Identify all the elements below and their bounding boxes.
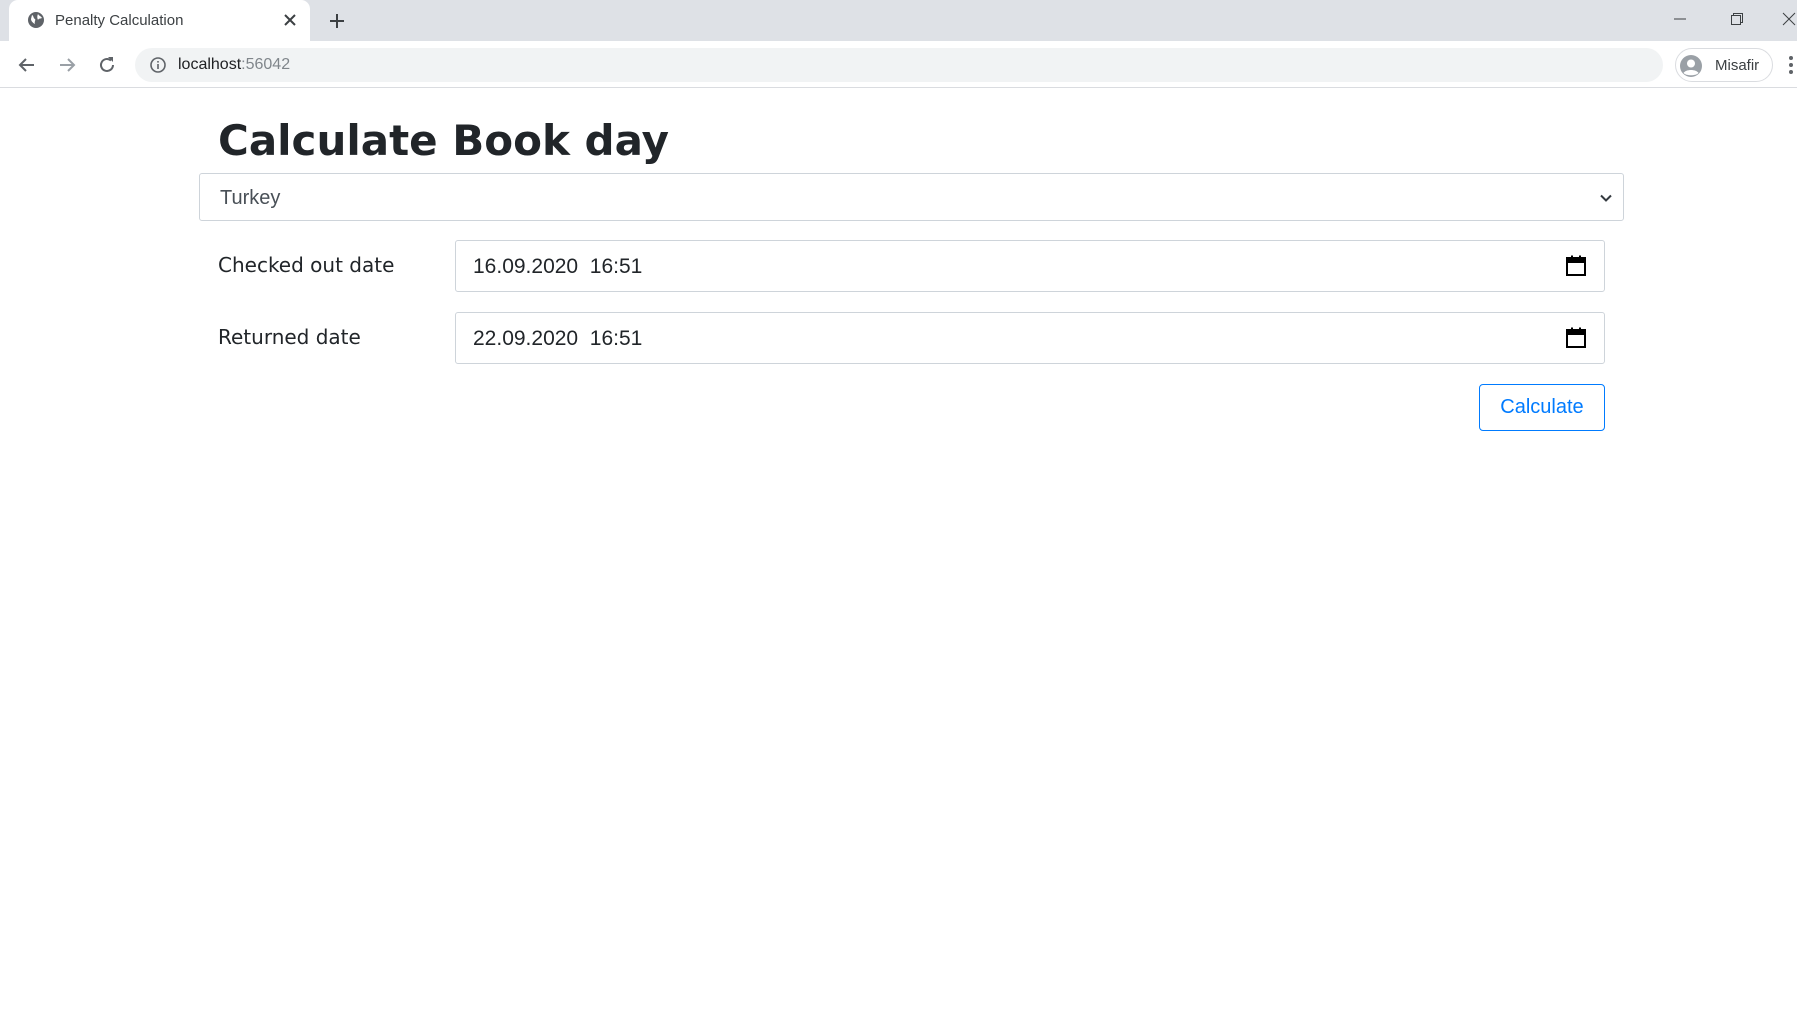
browser-tab[interactable]: Penalty Calculation bbox=[9, 0, 310, 41]
globe-icon bbox=[27, 11, 45, 29]
checked-out-date-value: 16.09.2020 16:51 bbox=[473, 255, 643, 278]
chevron-down-icon bbox=[1599, 191, 1613, 205]
back-arrow-icon[interactable] bbox=[13, 51, 41, 79]
info-icon[interactable] bbox=[149, 56, 167, 74]
checked-out-date-label: Checked out date bbox=[218, 253, 395, 277]
avatar-icon bbox=[1679, 54, 1703, 78]
country-select[interactable]: Turkey bbox=[199, 173, 1624, 221]
returned-date-label: Returned date bbox=[218, 325, 361, 349]
profile-button[interactable]: Misafir bbox=[1675, 48, 1773, 82]
new-tab-icon[interactable] bbox=[325, 9, 349, 33]
minimize-window-icon[interactable] bbox=[1666, 7, 1694, 31]
url-port: :56042 bbox=[241, 56, 291, 73]
reload-icon[interactable] bbox=[93, 51, 121, 79]
close-window-icon[interactable] bbox=[1777, 7, 1797, 31]
country-selected-value: Turkey bbox=[220, 187, 281, 209]
returned-date-value: 22.09.2020 16:51 bbox=[473, 327, 643, 350]
returned-date-input[interactable]: 22.09.2020 16:51 bbox=[455, 312, 1605, 364]
close-tab-icon[interactable] bbox=[279, 9, 301, 31]
calendar-icon[interactable] bbox=[1564, 326, 1588, 350]
calculate-button[interactable]: Calculate bbox=[1479, 384, 1605, 431]
tab-title: Penalty Calculation bbox=[55, 12, 184, 29]
url-host: localhost bbox=[178, 56, 242, 73]
more-menu-icon[interactable] bbox=[1785, 53, 1797, 77]
browser-toolbar: localhost:56042 Misafir bbox=[0, 41, 1797, 88]
browser-tab-strip: Penalty Calculation bbox=[0, 0, 1797, 41]
url-text: localhost:56042 bbox=[178, 56, 290, 74]
forward-arrow-icon[interactable] bbox=[53, 51, 81, 79]
profile-name: Misafir bbox=[1715, 57, 1760, 74]
calendar-icon[interactable] bbox=[1564, 254, 1588, 278]
restore-window-icon[interactable] bbox=[1723, 7, 1751, 31]
checked-out-date-input[interactable]: 16.09.2020 16:51 bbox=[455, 240, 1605, 292]
page-title: Calculate Book day bbox=[218, 116, 670, 165]
address-bar[interactable]: localhost:56042 bbox=[135, 48, 1663, 82]
